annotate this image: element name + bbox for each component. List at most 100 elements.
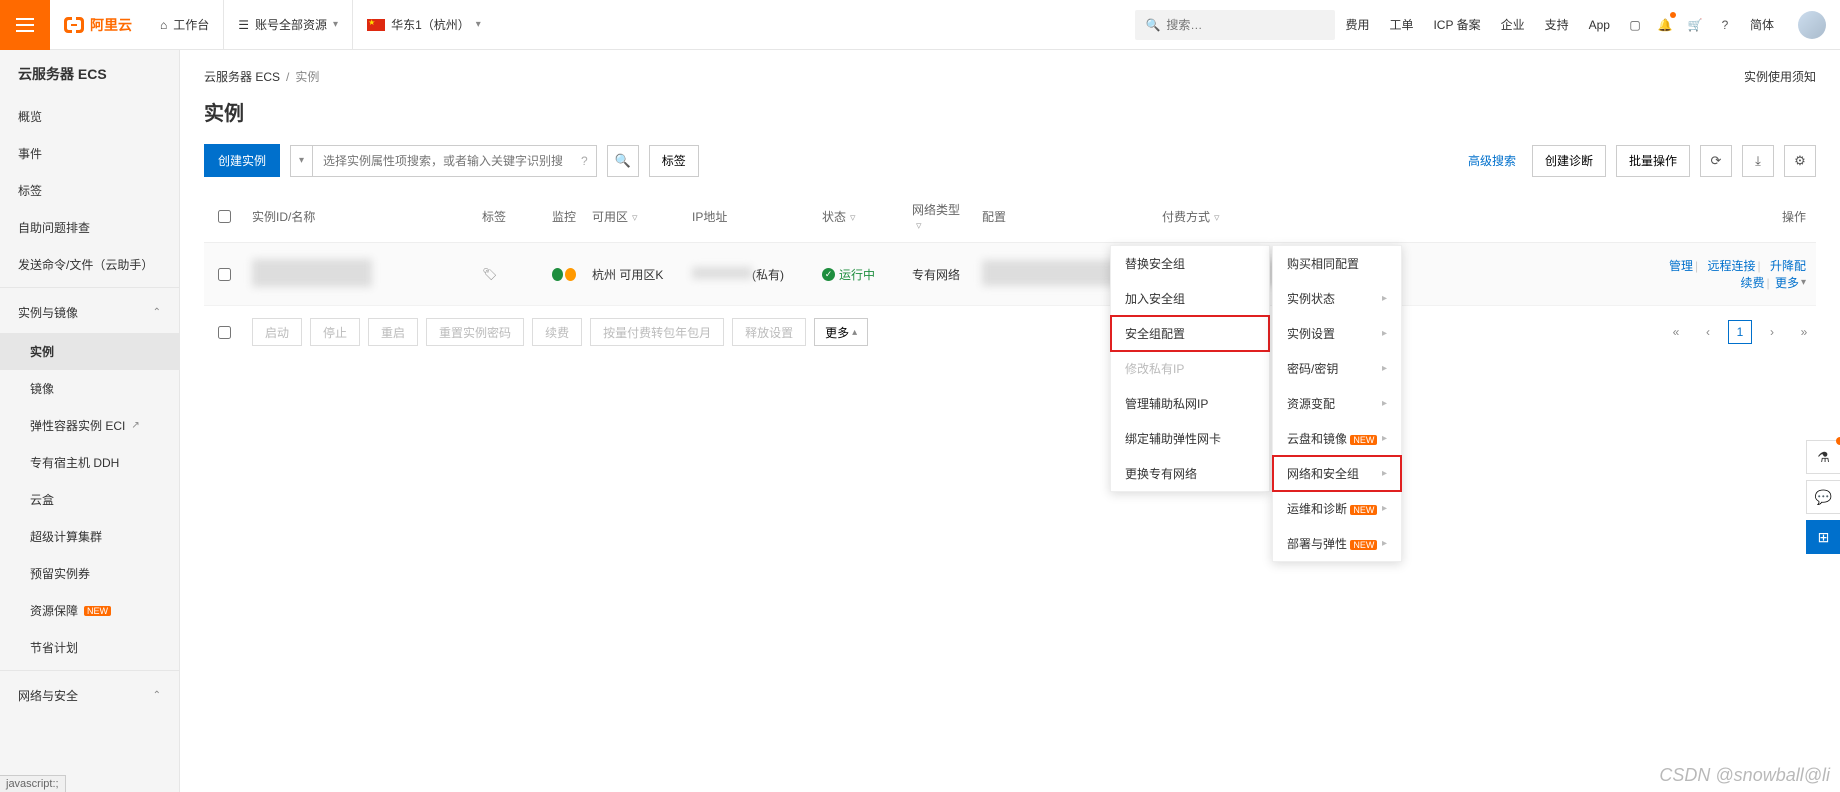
menu-item-网络和安全组[interactable]: 网络和安全组▸ <box>1273 456 1401 491</box>
workspace-button[interactable]: ⌂ 工作台 <box>146 0 224 50</box>
region-dropdown[interactable]: 华东1（杭州） ▾ <box>353 0 495 50</box>
search-type-dropdown[interactable]: ▾ <box>291 146 313 176</box>
sidebar-item-预留实例券[interactable]: 预留实例券 <box>0 555 179 592</box>
attr-search: ▾ ? <box>290 145 597 177</box>
sidebar-item-超级计算集群[interactable]: 超级计算集群 <box>0 518 179 555</box>
op-renew[interactable]: 续费 <box>1740 276 1764 290</box>
help-icon[interactable]: ? <box>1710 0 1740 50</box>
top-link-support[interactable]: 支持 <box>1535 0 1579 50</box>
global-search-input[interactable] <box>1166 18 1325 32</box>
float-experiment-icon[interactable]: ⚗ <box>1806 440 1840 474</box>
top-link-enterprise[interactable]: 企业 <box>1491 0 1535 50</box>
menu-item-实例设置[interactable]: 实例设置▸ <box>1273 316 1401 351</box>
pager-page-1[interactable]: 1 <box>1728 320 1752 344</box>
resource-scope-dropdown[interactable]: ☰ 账号全部资源 ▾ <box>224 0 353 50</box>
menu-item-购买相同配置[interactable]: 购买相同配置 <box>1273 246 1401 281</box>
submenu-item-绑定辅助弹性网卡[interactable]: 绑定辅助弹性网卡 <box>1111 421 1269 456</box>
global-search[interactable]: 🔍 <box>1135 10 1335 40</box>
top-link-app[interactable]: App <box>1579 0 1620 50</box>
col-nettype[interactable]: 网络类型▿ <box>904 201 974 232</box>
pager-next[interactable]: › <box>1760 320 1784 344</box>
top-link-cost[interactable]: 费用 <box>1335 0 1379 50</box>
sidebar-item-资源保障[interactable]: 资源保障 NEW <box>0 592 179 629</box>
submenu-item-加入安全组[interactable]: 加入安全组 <box>1111 281 1269 316</box>
row-checkbox[interactable] <box>218 268 231 281</box>
attr-search-input[interactable] <box>313 154 573 168</box>
sidebar-item-selfdiag[interactable]: 自助问题排查 <box>0 209 179 246</box>
float-feedback-icon[interactable]: 💬 <box>1806 480 1840 514</box>
bulk-ops-button[interactable]: 批量操作 <box>1616 145 1690 177</box>
filter-icon[interactable]: ▿ <box>916 220 922 232</box>
col-id[interactable]: 实例ID/名称 <box>244 208 474 225</box>
float-apps-icon[interactable]: ⊞ <box>1806 520 1840 554</box>
menu-item-实例状态[interactable]: 实例状态▸ <box>1273 281 1401 316</box>
search-button[interactable]: 🔍 <box>607 145 639 177</box>
sidebar-group-instance[interactable]: 实例与镜像 ⌃ <box>0 292 179 333</box>
menu-button[interactable] <box>0 0 50 50</box>
sidebar-item-专有宿主机 DDH[interactable]: 专有宿主机 DDH <box>0 444 179 481</box>
advanced-search-link[interactable]: 高级搜索 <box>1462 152 1522 169</box>
search-hint-icon[interactable]: ? <box>573 154 596 168</box>
usage-notice-link[interactable]: 实例使用须知 <box>1744 68 1816 85</box>
bulk-more[interactable]: 更多▴ <box>814 318 868 346</box>
cart-icon[interactable]: 🛒 <box>1680 0 1710 50</box>
new-badge: NEW <box>1350 540 1377 550</box>
menu-item-部署与弹性[interactable]: 部署与弹性 NEW▸ <box>1273 526 1401 561</box>
top-link-icp[interactable]: ICP 备案 <box>1423 0 1490 50</box>
col-status[interactable]: 状态▿ <box>814 208 904 225</box>
menu-item-密码/密钥[interactable]: 密码/密钥▸ <box>1273 351 1401 386</box>
sidebar-group-network[interactable]: 网络与安全 ⌃ <box>0 675 179 716</box>
chevron-right-icon: ▸ <box>1382 363 1387 374</box>
sidebar-item-tags[interactable]: 标签 <box>0 172 179 209</box>
op-remote[interactable]: 远程连接 <box>1708 259 1756 273</box>
list-icon: ☰ <box>238 18 249 32</box>
op-upgrade[interactable]: 升降配 <box>1770 259 1806 273</box>
submenu-item-更换专有网络[interactable]: 更换专有网络 <box>1111 456 1269 491</box>
workspace-label: 工作台 <box>173 16 209 33</box>
select-all-checkbox[interactable] <box>218 210 231 223</box>
breadcrumb-root[interactable]: 云服务器 ECS <box>204 68 280 85</box>
menu-item-云盘和镜像[interactable]: 云盘和镜像 NEW▸ <box>1273 421 1401 456</box>
op-more-dropdown[interactable]: 更多 ▾ <box>1775 274 1806 291</box>
submenu-item-安全组配置[interactable]: 安全组配置 <box>1111 316 1269 351</box>
refresh-button[interactable]: ⟳ <box>1700 145 1732 177</box>
language-switch[interactable]: 简体 <box>1740 0 1784 50</box>
sidebar-item-云盒[interactable]: 云盒 <box>0 481 179 518</box>
menu-item-资源变配[interactable]: 资源变配▸ <box>1273 386 1401 421</box>
avatar[interactable] <box>1798 11 1826 39</box>
brand-logo[interactable]: 阿里云 <box>50 15 146 35</box>
col-paytype[interactable]: 付费方式▿ <box>1154 208 1354 225</box>
cloudshell-icon[interactable]: ▢ <box>1620 0 1650 50</box>
sidebar-item-实例[interactable]: 实例 <box>0 333 179 370</box>
top-link-ticket[interactable]: 工单 <box>1379 0 1423 50</box>
filter-icon[interactable]: ▿ <box>850 212 856 224</box>
create-instance-button[interactable]: 创建实例 <box>204 144 280 177</box>
submenu-item-替换安全组[interactable]: 替换安全组 <box>1111 246 1269 281</box>
sidebar-item-镜像[interactable]: 镜像 <box>0 370 179 407</box>
filter-icon[interactable]: ▿ <box>1214 212 1220 224</box>
tag-icon[interactable]: 🏷 <box>482 267 497 281</box>
settings-button[interactable]: ⚙ <box>1784 145 1816 177</box>
notifications-icon[interactable]: 🔔 <box>1650 0 1680 50</box>
pager-first[interactable]: « <box>1664 320 1688 344</box>
sidebar-item-events[interactable]: 事件 <box>0 135 179 172</box>
sidebar-item-sendcmd[interactable]: 发送命令/文件（云助手） <box>0 246 179 283</box>
monitor-icons[interactable] <box>552 268 576 281</box>
export-button[interactable]: ⤓ <box>1742 145 1774 177</box>
new-badge: NEW <box>1350 435 1377 445</box>
pager-prev[interactable]: ‹ <box>1696 320 1720 344</box>
filter-icon[interactable]: ▿ <box>632 212 638 224</box>
sidebar-item-overview[interactable]: 概览 <box>0 98 179 135</box>
tag-filter-button[interactable]: 标签 <box>649 145 699 177</box>
menu-item-运维和诊断[interactable]: 运维和诊断 NEW▸ <box>1273 491 1401 526</box>
op-manage[interactable]: 管理 <box>1669 259 1693 273</box>
create-diagnosis-button[interactable]: 创建诊断 <box>1532 145 1606 177</box>
sidebar-item-弹性容器实例 ECI[interactable]: 弹性容器实例 ECI ↗ <box>0 407 179 444</box>
bulk-checkbox[interactable] <box>218 326 231 339</box>
sidebar-item-节省计划[interactable]: 节省计划 <box>0 629 179 666</box>
col-zone[interactable]: 可用区▿ <box>584 208 684 225</box>
submenu-item-管理辅助私网IP[interactable]: 管理辅助私网IP <box>1111 386 1269 421</box>
bulk-renew: 续费 <box>532 318 582 346</box>
bulk-resetpwd: 重置实例密码 <box>426 318 524 346</box>
pager-last[interactable]: » <box>1792 320 1816 344</box>
